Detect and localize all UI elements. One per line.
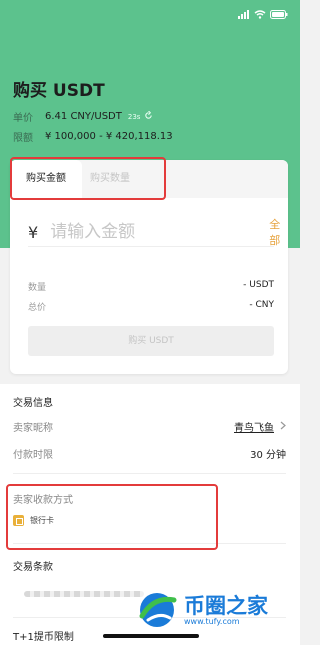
- seller-row[interactable]: 卖家昵称 青鸟飞鱼: [13, 419, 286, 434]
- watermark-name: 币圈之家: [184, 593, 268, 618]
- watermark: 币圈之家 www.tufy.com: [136, 590, 268, 630]
- limit-label: 限额: [13, 133, 33, 144]
- terms-text-blurred: [24, 591, 144, 597]
- highlight-box-tabs: [10, 157, 166, 200]
- pay-time-label: 付款时限: [13, 450, 53, 461]
- highlight-box-payment: [6, 484, 218, 550]
- battery-icon: [270, 10, 288, 19]
- chevron-right-icon: [280, 421, 286, 433]
- amount-input[interactable]: [50, 222, 270, 242]
- watermark-logo-icon: [139, 593, 177, 627]
- total-row: 总价 - CNY: [28, 300, 274, 313]
- price-timer: 23s: [127, 112, 141, 121]
- all-button[interactable]: 全部: [269, 216, 280, 248]
- divider: [13, 473, 286, 474]
- t1-limit-title: T+1提币限制: [13, 632, 74, 643]
- price-row: 单价 6.41 CNY/USDT 23s: [13, 109, 153, 124]
- refresh-icon[interactable]: [144, 110, 153, 123]
- page-title: 购买 USDT: [13, 81, 105, 101]
- home-indicator: [103, 634, 199, 638]
- limit-row: 限额 ¥ 100,000 - ¥ 420,118.13: [13, 129, 173, 144]
- seller-label: 卖家昵称: [13, 423, 53, 434]
- divider: [28, 246, 274, 247]
- total-label: 总价: [28, 303, 47, 313]
- trade-info-title: 交易信息: [13, 398, 53, 409]
- signal-icon: [238, 10, 249, 19]
- pay-time-row: 付款时限 30 分钟: [13, 446, 286, 461]
- quantity-label: 数量: [28, 283, 47, 293]
- seller-name-link[interactable]: 青鸟飞鱼: [234, 419, 274, 434]
- quantity-value: - USDT: [243, 280, 274, 290]
- limit-value: ¥ 100,000 - ¥ 420,118.13: [45, 131, 173, 142]
- pay-time-value: 30 分钟: [250, 450, 286, 461]
- total-value: - CNY: [249, 300, 274, 310]
- buy-usdt-button[interactable]: 购买 USDT: [28, 326, 274, 356]
- price-label: 单价: [13, 113, 33, 124]
- wifi-icon: [254, 10, 266, 19]
- quantity-row: 数量 - USDT: [28, 280, 274, 293]
- price-value: 6.41 CNY/USDT: [45, 111, 122, 122]
- status-bar: [238, 10, 288, 19]
- watermark-url: www.tufy.com: [184, 616, 240, 626]
- terms-title: 交易条款: [13, 562, 53, 573]
- currency-symbol: ¥: [28, 222, 39, 242]
- amount-input-row: ¥ 全部: [28, 216, 280, 248]
